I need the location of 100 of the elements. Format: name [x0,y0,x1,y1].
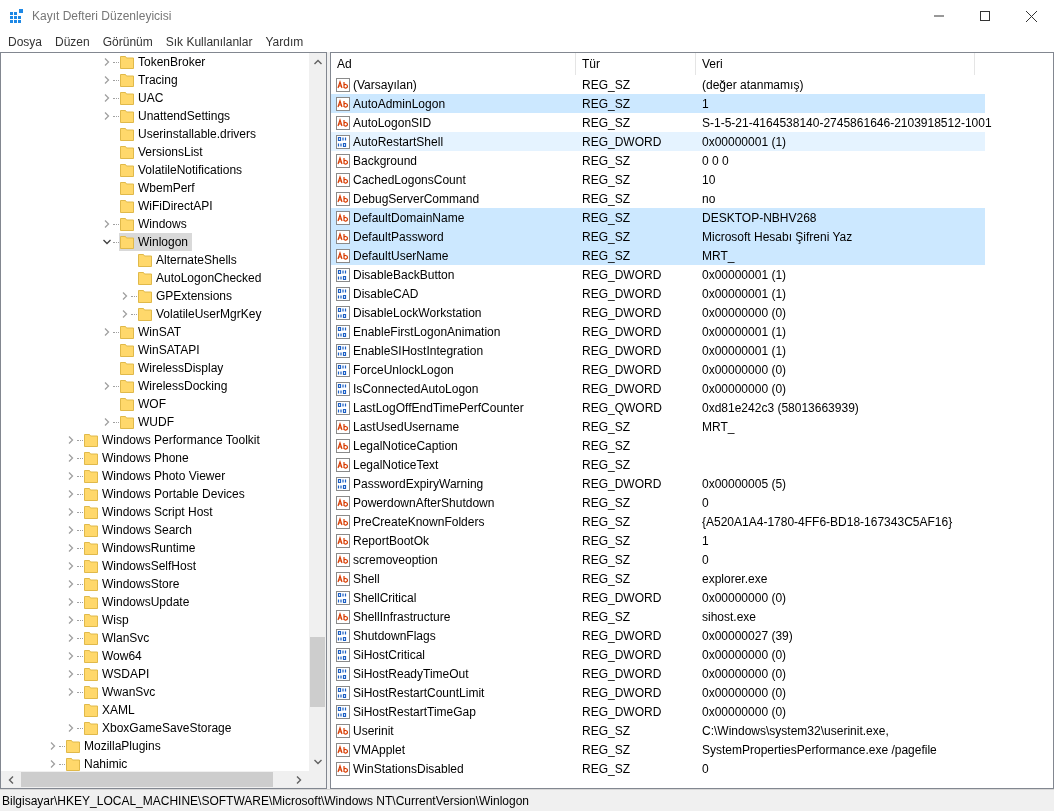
chevron-right-icon[interactable] [66,579,76,589]
value-type: REG_SZ [582,419,630,434]
maximize-icon [980,11,990,21]
menu-item[interactable]: Dosya [2,32,48,52]
value-data: 10 [702,172,716,187]
menu-item[interactable]: Düzen [49,32,96,52]
string-value-icon [335,532,351,549]
value-data: 0x00000001 (1) [702,343,787,358]
value-name: ShutdownFlags [353,627,436,645]
string-value-icon [335,456,351,473]
vertical-scrollbar[interactable] [309,53,326,771]
value-type: REG_DWORD [582,476,662,491]
chevron-right-icon[interactable] [66,453,76,463]
chevron-right-icon[interactable] [102,57,112,67]
menu-item[interactable]: Sık Kullanılanlar [159,32,259,52]
string-value-icon [335,760,351,777]
binary-value-icon [335,361,351,378]
string-value-icon [335,741,351,758]
chevron-right-icon[interactable] [66,597,76,607]
value-data: C:\Windows\system32\userinit.exe, [702,723,889,738]
value-data: MRT_ [702,419,735,434]
chevron-right-icon[interactable] [120,291,130,301]
value-type: REG_SZ [582,552,630,567]
chevron-right-icon[interactable] [66,633,76,643]
chevron-right-icon[interactable] [102,111,112,121]
value-row[interactable]: AutoAdminLogon REG_SZ 1 [331,94,985,113]
scrollbar-thumb[interactable] [21,772,273,787]
value-row[interactable]: DefaultUserName REG_SZ MRT_ [331,246,985,265]
value-data: no [702,191,716,206]
chevron-right-icon[interactable] [66,435,76,445]
value-data: SystemPropertiesPerformance.exe /pagefile [702,742,937,757]
horizontal-scrollbar[interactable] [1,771,326,788]
chevron-right-icon[interactable] [66,687,76,697]
value-data: 0 [702,552,709,567]
string-value-icon [335,418,351,435]
value-row[interactable]: DefaultPassword REG_SZ Microsoft Hesabı Şifreni Yaz [331,227,985,246]
binary-value-icon [335,133,351,150]
binary-value-icon [335,627,351,644]
value-data: Microsoft Hesabı Şifreni Yaz [702,229,853,244]
value-row[interactable]: AutoRestartShell REG_DWORD 0x00000001 (1) [331,132,985,151]
chevron-right-icon[interactable] [66,651,76,661]
chevron-right-icon[interactable] [66,471,76,481]
chevron-right-icon[interactable] [48,759,58,769]
chevron-right-icon[interactable] [120,309,130,319]
chevron-right-icon[interactable] [66,669,76,679]
string-value-icon [335,228,351,245]
menu-item[interactable]: Yardım [259,32,310,52]
value-row[interactable]: DefaultDomainName REG_SZ DESKTOP-NBHV268 [331,208,985,227]
value-type: REG_DWORD [582,343,662,358]
chevron-right-icon[interactable] [66,543,76,553]
scroll-right-icon[interactable] [294,774,304,785]
value-name: SiHostRestartCountLimit [353,684,485,702]
chevron-right-icon[interactable] [102,219,112,229]
value-name: SiHostReadyTimeOut [353,665,469,683]
binary-value-icon [335,646,351,663]
chevron-right-icon[interactable] [66,489,76,499]
value-data: explorer.exe [702,571,768,586]
value-name: VMApplet [353,741,406,759]
menu-item[interactable]: Görünüm [96,32,159,52]
value-name: ShellCritical [353,589,417,607]
scroll-left-icon[interactable] [6,774,16,785]
value-data: 1 [702,96,709,111]
value-data: 0xd81e242c3 (58013663939) [702,400,859,415]
value-data: (değer atanmamış) [702,77,804,92]
scroll-up-icon[interactable] [312,57,323,67]
chevron-right-icon[interactable] [102,75,112,85]
chevron-right-icon[interactable] [66,615,76,625]
chevron-right-icon[interactable] [66,525,76,535]
chevron-down-icon[interactable] [102,237,112,247]
value-name: DisableBackButton [353,266,455,284]
value-name: DefaultPassword [353,228,444,246]
chevron-right-icon[interactable] [48,741,58,751]
value-data: sihost.exe [702,609,757,624]
value-type: REG_SZ [582,438,630,453]
value-type: REG_SZ [582,153,630,168]
scroll-down-icon[interactable] [312,757,323,767]
value-name: IsConnectedAutoLogon [353,380,479,398]
chevron-right-icon[interactable] [102,381,112,391]
value-name: PowerdownAfterShutdown [353,494,495,512]
value-name: DisableLockWorkstation [353,304,482,322]
chevron-right-icon[interactable] [102,417,112,427]
registry-app-icon [9,8,25,24]
value-data: 0x00000000 (0) [702,305,787,320]
value-name: CachedLogonsCount [353,171,466,189]
value-data: 0x00000027 (39) [702,628,793,643]
value-type: REG_SZ [582,723,630,738]
value-type: REG_DWORD [582,286,662,301]
value-name: AutoLogonSID [353,114,432,132]
scrollbar-thumb[interactable] [310,637,325,707]
chevron-right-icon[interactable] [66,507,76,517]
value-type: REG_DWORD [582,685,662,700]
chevron-right-icon[interactable] [66,561,76,571]
binary-value-icon [335,475,351,492]
value-type: REG_DWORD [582,267,662,282]
chevron-right-icon[interactable] [102,327,112,337]
chevron-right-icon[interactable] [102,93,112,103]
window-title: Kayıt Defteri Düzenleyicisi [32,8,172,25]
binary-value-icon [335,342,351,359]
tree-item[interactable]: Winlogon [119,233,193,251]
chevron-right-icon[interactable] [66,723,76,733]
